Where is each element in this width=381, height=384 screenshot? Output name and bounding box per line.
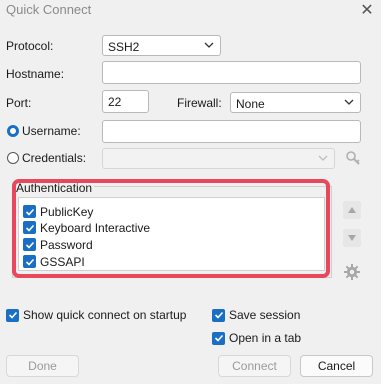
connect-button[interactable]: Connect bbox=[218, 355, 291, 377]
username-input[interactable] bbox=[102, 120, 361, 143]
chevron-down-icon bbox=[318, 152, 328, 167]
hostname-input[interactable] bbox=[102, 61, 361, 84]
checkbox-checked-icon[interactable] bbox=[6, 308, 19, 322]
done-button[interactable]: Done bbox=[6, 355, 79, 377]
save-session-label: Save session bbox=[229, 308, 301, 322]
credentials-select[interactable] bbox=[102, 148, 335, 169]
chevron-down-icon bbox=[204, 39, 214, 54]
highlight-box bbox=[12, 179, 330, 278]
title-bar: Quick Connect ✕ bbox=[0, 0, 381, 22]
firewall-label: Firewall: bbox=[177, 96, 222, 110]
save-session-option[interactable]: Save session bbox=[212, 308, 300, 322]
protocol-label: Protocol: bbox=[6, 39, 54, 53]
chevron-down-icon bbox=[344, 96, 354, 111]
username-label: Username: bbox=[22, 124, 81, 138]
cancel-button[interactable]: Cancel bbox=[300, 355, 373, 377]
checkbox-checked-icon[interactable] bbox=[212, 331, 225, 345]
show-on-startup-option[interactable]: Show quick connect on startup bbox=[6, 308, 186, 322]
open-in-tab-option[interactable]: Open in a tab bbox=[212, 331, 301, 345]
protocol-select[interactable]: SSH2 bbox=[102, 35, 221, 56]
checkbox-checked-icon[interactable] bbox=[212, 308, 225, 322]
credentials-radio[interactable] bbox=[7, 152, 19, 164]
credentials-manager-icon[interactable] bbox=[344, 149, 362, 167]
firewall-value: None bbox=[236, 97, 265, 111]
gear-icon[interactable] bbox=[343, 263, 361, 281]
port-label: Port: bbox=[6, 96, 32, 110]
triangle-up-icon[interactable] bbox=[343, 201, 361, 219]
hostname-label: Hostname: bbox=[6, 67, 65, 81]
protocol-value: SSH2 bbox=[108, 40, 140, 54]
open-in-tab-label: Open in a tab bbox=[229, 331, 302, 345]
window-title: Quick Connect bbox=[6, 2, 92, 17]
show-on-startup-label: Show quick connect on startup bbox=[23, 308, 187, 322]
credentials-label: Credentials: bbox=[22, 151, 87, 165]
port-value: 22 bbox=[108, 95, 122, 109]
triangle-down-icon[interactable] bbox=[343, 229, 361, 247]
firewall-select[interactable]: None bbox=[230, 92, 361, 113]
close-icon[interactable]: ✕ bbox=[358, 0, 376, 20]
port-input[interactable]: 22 bbox=[102, 90, 149, 113]
username-radio[interactable] bbox=[7, 125, 19, 137]
